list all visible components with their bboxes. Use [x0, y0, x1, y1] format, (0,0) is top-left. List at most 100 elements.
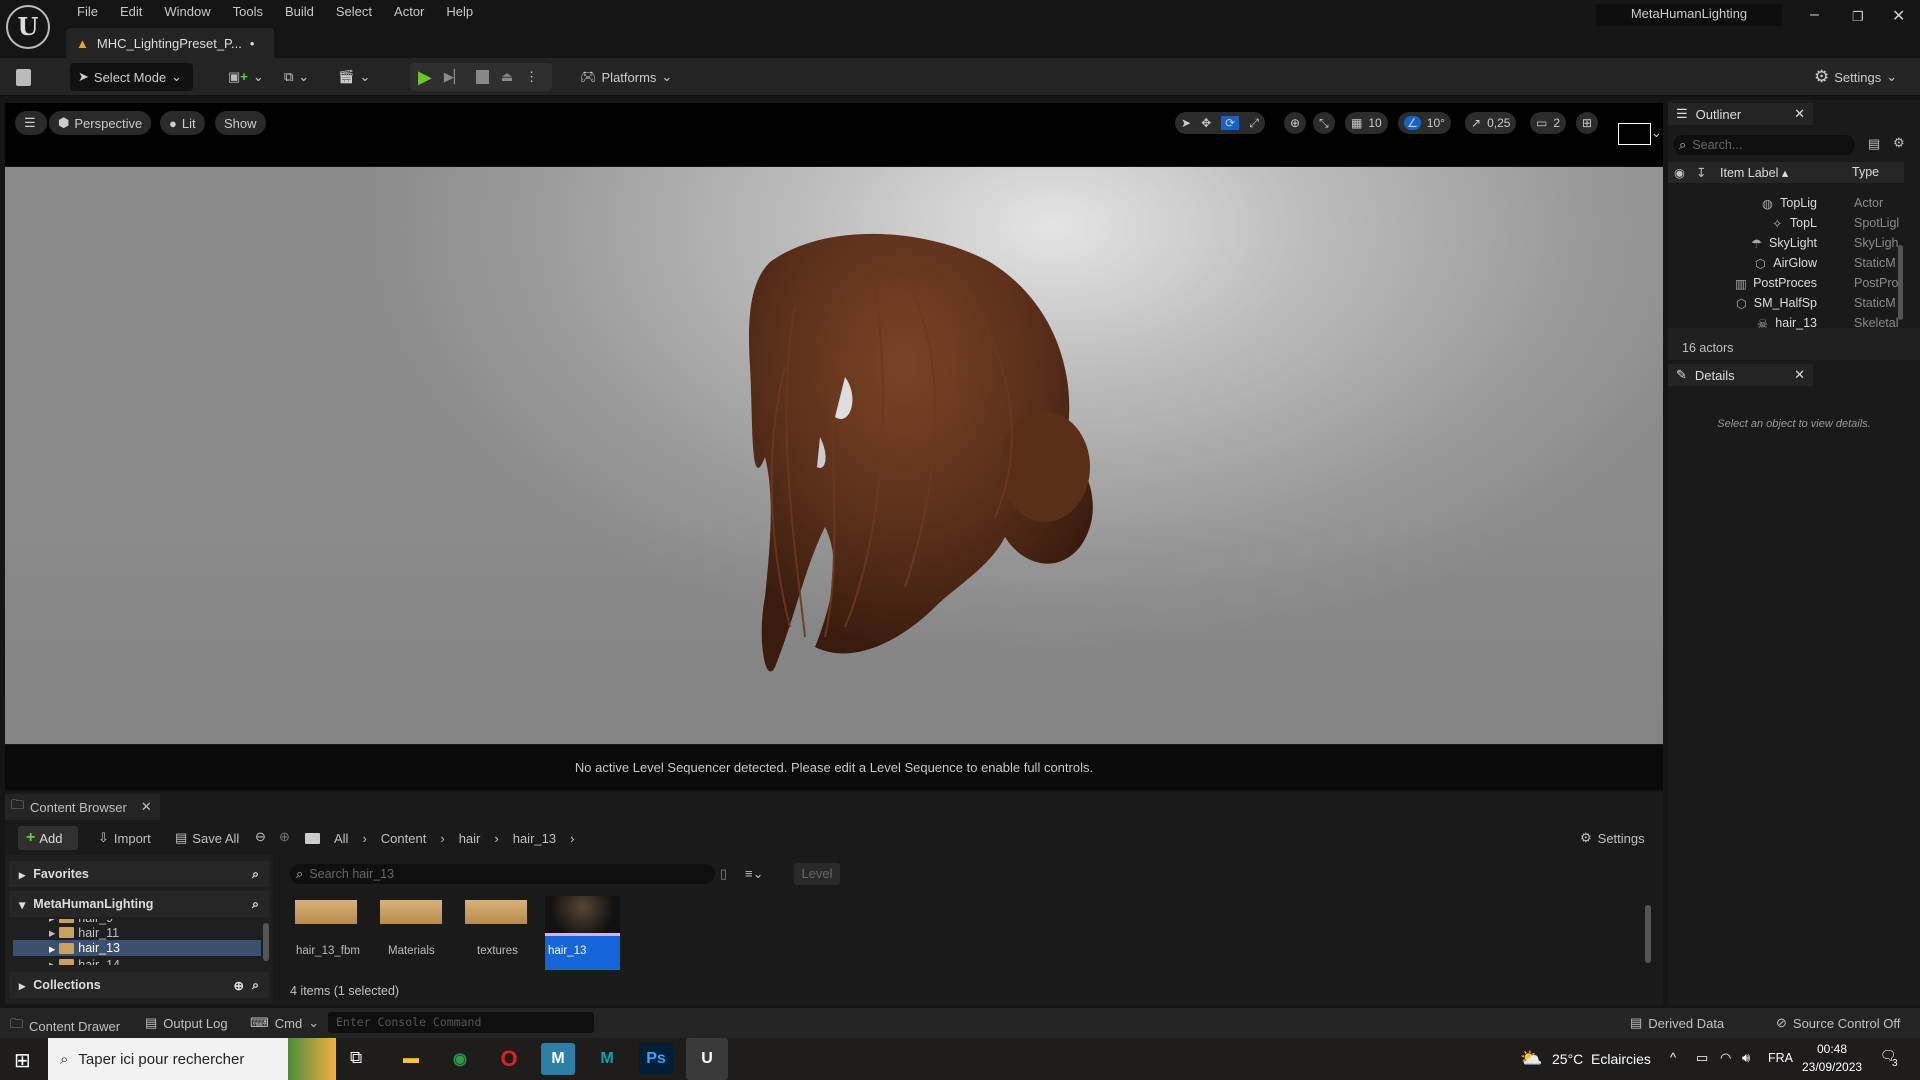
menu-edit[interactable]: Edit: [109, 4, 153, 19]
breadcrumb-content[interactable]: Content: [381, 831, 427, 846]
forward-icon[interactable]: ⊕: [279, 829, 290, 845]
unreal-logo[interactable]: U: [6, 5, 50, 49]
world-space-icon[interactable]: ⊕: [1284, 112, 1307, 134]
show-button[interactable]: Show: [215, 111, 266, 135]
save-all-button[interactable]: ▤ Save All: [175, 826, 239, 850]
clock-time[interactable]: 00:48: [1817, 1042, 1847, 1056]
close-icon[interactable]: ✕: [1794, 106, 1805, 122]
menu-help[interactable]: Help: [435, 4, 484, 19]
outliner-row[interactable]: hair_13 Skeletal ☠: [1668, 314, 1904, 334]
import-button[interactable]: ⇩ Import: [98, 826, 151, 850]
surface-snap-icon[interactable]: ⤡: [1313, 112, 1335, 134]
tree-item[interactable]: ▸ hair_11: [49, 925, 119, 941]
outliner-row[interactable]: TopLig Actor ◍: [1668, 194, 1904, 214]
tree-item[interactable]: ▸ hair_14: [49, 957, 120, 965]
chevron-right-icon[interactable]: ›: [362, 831, 366, 846]
taskbar-search[interactable]: ⌕ Taper ici pour rechercher: [48, 1038, 336, 1080]
platforms-button[interactable]: 🎮︎ Platforms ⌄: [580, 63, 672, 91]
chevron-right-icon[interactable]: ›: [440, 831, 444, 846]
collections-section[interactable]: ▸ Collections ⊕ ⌕: [9, 972, 269, 998]
source-control-button[interactable]: ⊘ Source Control Off: [1776, 1015, 1900, 1031]
lit-button[interactable]: ● Lit: [160, 111, 205, 135]
select-arrow-icon[interactable]: ➤: [1181, 116, 1191, 130]
windows-start-icon[interactable]: ⊞: [14, 1048, 31, 1073]
close-icon[interactable]: ✕: [141, 799, 152, 815]
asset-tile-materials[interactable]: [380, 900, 442, 924]
level-viewport[interactable]: [5, 167, 1663, 744]
pin-icon[interactable]: ↧: [1696, 165, 1706, 180]
grid-snap-toggle[interactable]: ▦ 10: [1345, 112, 1388, 134]
menu-select[interactable]: Select: [325, 4, 383, 19]
cmd-dropdown[interactable]: ⌨ Cmd ⌄: [250, 1015, 319, 1031]
minimize-icon[interactable]: –: [1810, 6, 1819, 24]
add-button[interactable]: + Add: [18, 826, 78, 850]
save-icon[interactable]: [16, 63, 31, 91]
details-tab[interactable]: ✎ Details ✕: [1668, 364, 1813, 386]
level-filter-chip[interactable]: Level: [794, 863, 840, 885]
cb-settings-button[interactable]: ⚙ Settings: [1580, 826, 1645, 850]
tree-scrollbar[interactable]: [263, 923, 269, 961]
output-log-button[interactable]: ▤ Output Log: [145, 1015, 228, 1031]
wifi-icon[interactable]: ◠: [1720, 1050, 1731, 1066]
outliner-search[interactable]: ⌕ Search...: [1673, 135, 1855, 155]
close-icon[interactable]: ✕: [1794, 367, 1805, 383]
maya-2-icon[interactable]: M: [590, 1043, 624, 1075]
perspective-button[interactable]: ⬢ Perspective: [49, 111, 152, 135]
restore-icon[interactable]: ❐: [1852, 9, 1864, 25]
add-folder-icon[interactable]: ▤: [1868, 136, 1880, 152]
project-section[interactable]: ▾ MetaHumanLighting ⌕: [9, 891, 269, 917]
outliner-row[interactable]: PostProces PostPro ▥: [1668, 274, 1904, 294]
translate-icon[interactable]: ✥: [1201, 116, 1211, 130]
scale-icon[interactable]: ⤢: [1249, 116, 1259, 131]
weather-text[interactable]: Eclaircies: [1591, 1051, 1651, 1067]
close-icon[interactable]: ✕: [1892, 6, 1905, 26]
scale-snap-value[interactable]: 0,25: [1487, 116, 1510, 130]
search-icon[interactable]: ⌕: [252, 978, 259, 993]
task-view-icon[interactable]: ⧉: [350, 1048, 362, 1068]
play-icon[interactable]: ▶: [418, 67, 432, 88]
outliner-row[interactable]: SM_HalfSp StaticM ⬡: [1668, 294, 1904, 314]
gear-icon[interactable]: ⚙: [1893, 135, 1905, 151]
photoshop-icon[interactable]: Ps: [639, 1043, 673, 1075]
menu-file[interactable]: File: [66, 4, 109, 19]
outliner-row[interactable]: AirGlow StaticM ⬡: [1668, 254, 1904, 274]
chrome-icon[interactable]: ◉: [443, 1043, 477, 1075]
column-item-label[interactable]: Item Label ▴: [1720, 165, 1788, 180]
tree-item-selected[interactable]: ▸ hair_13: [13, 940, 261, 956]
search-icon[interactable]: ⌕: [252, 897, 259, 912]
breadcrumb-hair[interactable]: hair: [459, 831, 481, 846]
add-collection-icon[interactable]: ⊕: [234, 978, 244, 993]
settings-button[interactable]: ⚙ Settings ⌄: [1814, 63, 1897, 91]
save-search-icon[interactable]: ▯: [720, 866, 727, 882]
camera-speed-button[interactable]: ▭ 2: [1530, 112, 1567, 134]
opera-icon[interactable]: O: [492, 1043, 526, 1075]
search-icon[interactable]: ⌕: [252, 867, 259, 882]
menu-actor[interactable]: Actor: [383, 4, 435, 19]
step-icon[interactable]: ▶▏: [444, 69, 464, 85]
menu-tools[interactable]: Tools: [222, 4, 274, 19]
breadcrumb-all[interactable]: All: [334, 831, 348, 846]
rotation-snap-toggle[interactable]: ∠ 10°: [1398, 112, 1451, 134]
viewport-layout-icon[interactable]: [1618, 123, 1651, 145]
chevron-down-icon[interactable]: ⌄: [1651, 125, 1662, 141]
outliner-row[interactable]: SkyLight SkyLigh ☂: [1668, 234, 1904, 254]
cinematics-button[interactable]: 🎬︎ ⌄: [338, 63, 370, 91]
outliner-tab[interactable]: ☰ Outliner ✕: [1668, 103, 1813, 125]
asset-tile-hair-13-selected[interactable]: [545, 896, 620, 970]
clock-date[interactable]: 23/09/2023: [1802, 1060, 1862, 1074]
filter-icon[interactable]: ≡⌄: [745, 866, 763, 882]
language-indicator[interactable]: FRA: [1768, 1051, 1793, 1065]
scale-snap-toggle[interactable]: ↗ 0,25: [1465, 112, 1517, 134]
add-actor-button[interactable]: ▣+ ⌄: [228, 63, 264, 91]
maya-icon[interactable]: M: [541, 1043, 575, 1075]
favorites-section[interactable]: ▸ Favorites ⌕: [9, 861, 269, 887]
menu-build[interactable]: Build: [274, 4, 325, 19]
maximize-viewport-icon[interactable]: ⊞: [1576, 112, 1599, 134]
column-type[interactable]: Type: [1852, 165, 1879, 179]
meet-icon[interactable]: ▭: [1696, 1050, 1708, 1066]
asset-tile-textures[interactable]: [465, 900, 527, 924]
visibility-eye-icon[interactable]: ◉: [1674, 165, 1685, 180]
grid-snap-value[interactable]: 10: [1368, 116, 1381, 130]
stop-icon[interactable]: [475, 70, 489, 84]
rotation-snap-value[interactable]: 10°: [1427, 116, 1445, 130]
